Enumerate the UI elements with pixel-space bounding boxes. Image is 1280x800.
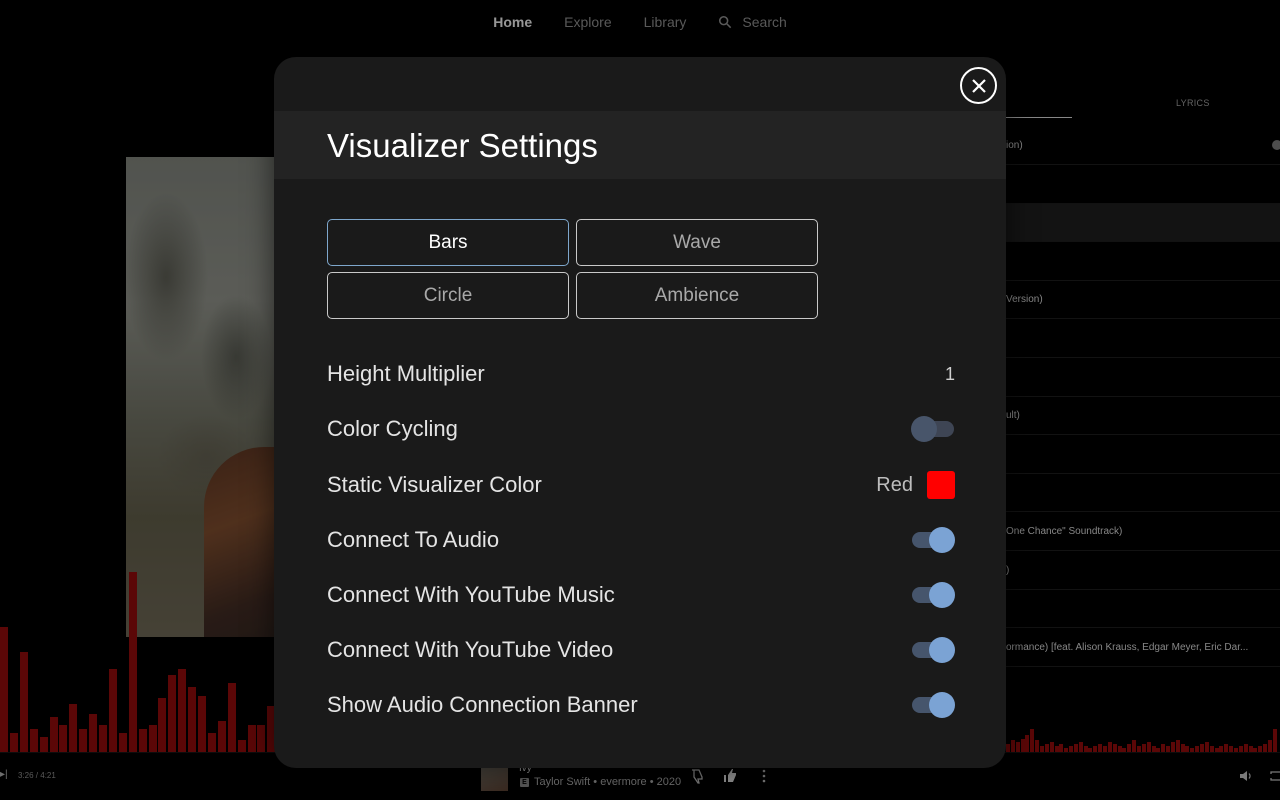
height-multiplier-label: Height Multiplier xyxy=(327,361,485,386)
show-banner-label: Show Audio Connection Banner xyxy=(327,692,638,717)
setting-connect-youtube-music: Connect With YouTube Music xyxy=(327,575,955,615)
static-color-picker[interactable]: Red xyxy=(876,471,955,499)
toggle-knob xyxy=(929,692,955,718)
dialog-header: Visualizer Settings xyxy=(274,111,1006,179)
setting-color-cycling: Color Cycling xyxy=(327,409,955,449)
toggle-knob xyxy=(929,582,955,608)
close-button[interactable] xyxy=(960,67,997,104)
setting-show-audio-banner: Show Audio Connection Banner xyxy=(327,685,955,725)
connect-video-label: Connect With YouTube Video xyxy=(327,637,614,662)
connect-music-label: Connect With YouTube Music xyxy=(327,582,615,607)
connect-video-toggle[interactable] xyxy=(911,637,955,663)
static-color-name: Red xyxy=(876,473,913,496)
static-color-label: Static Visualizer Color xyxy=(327,472,542,497)
type-wave-button[interactable]: Wave xyxy=(576,219,818,266)
color-swatch[interactable] xyxy=(927,471,955,499)
color-cycling-label: Color Cycling xyxy=(327,416,458,441)
toggle-knob xyxy=(911,416,937,442)
dialog-title: Visualizer Settings xyxy=(327,127,598,164)
close-icon xyxy=(971,78,986,93)
setting-connect-youtube-video: Connect With YouTube Video xyxy=(327,630,955,670)
toggle-knob xyxy=(929,637,955,663)
height-multiplier-value[interactable]: 1 xyxy=(945,364,955,385)
setting-static-visualizer-color: Static Visualizer Color Red xyxy=(327,465,955,505)
type-circle-button[interactable]: Circle xyxy=(327,272,569,319)
connect-audio-toggle[interactable] xyxy=(911,527,955,553)
connect-audio-label: Connect To Audio xyxy=(327,527,500,552)
toggle-knob xyxy=(929,527,955,553)
visualizer-settings-dialog: Visualizer Settings Bars Wave Circle Amb… xyxy=(274,57,1006,768)
color-cycling-toggle[interactable] xyxy=(911,416,955,442)
setting-height-multiplier: Height Multiplier 1 xyxy=(327,354,955,394)
show-banner-toggle[interactable] xyxy=(911,692,955,718)
connect-music-toggle[interactable] xyxy=(911,582,955,608)
setting-connect-to-audio: Connect To Audio xyxy=(327,520,955,560)
type-ambience-button[interactable]: Ambience xyxy=(576,272,818,319)
type-bars-button[interactable]: Bars xyxy=(327,219,569,266)
